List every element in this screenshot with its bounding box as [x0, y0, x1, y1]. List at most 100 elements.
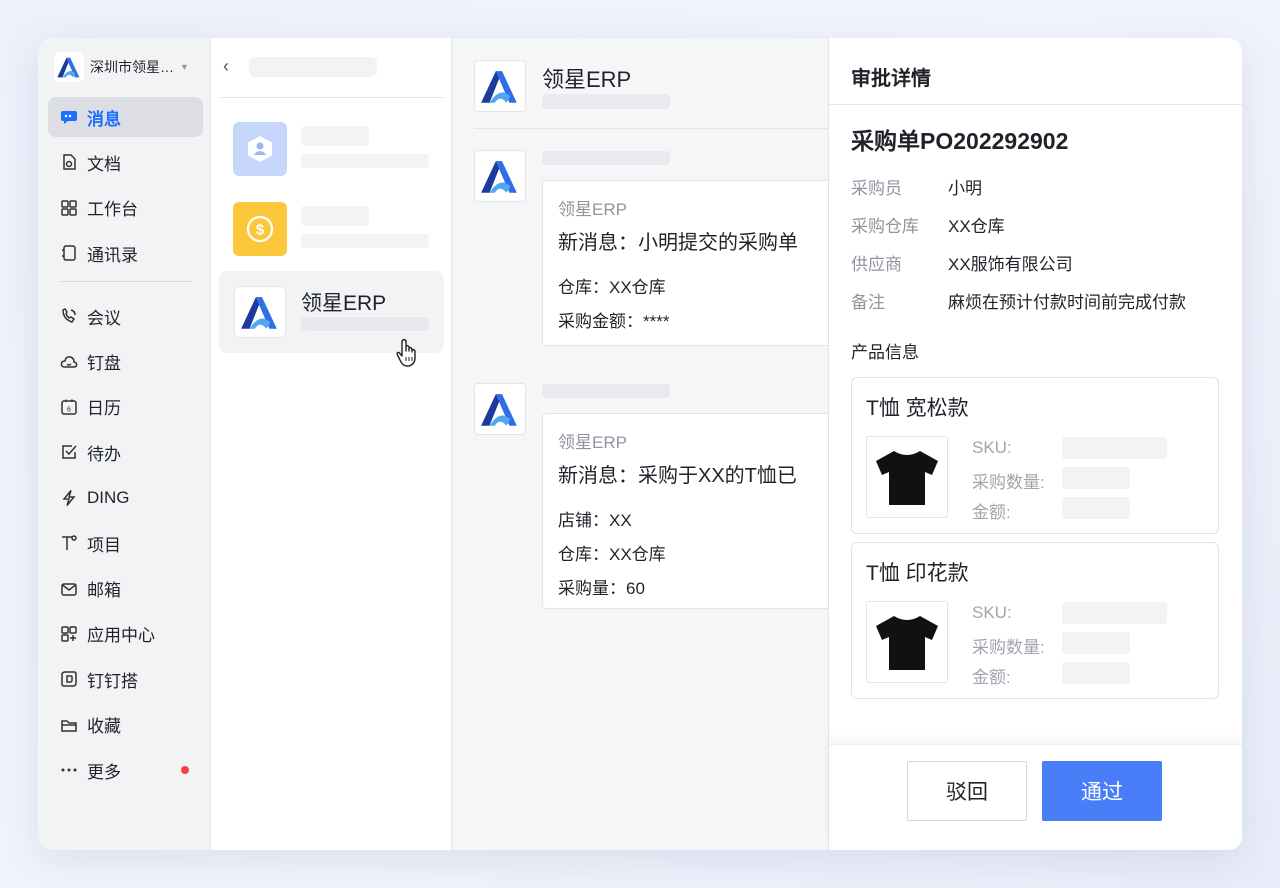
conversation-name: 领星ERP	[301, 292, 387, 315]
favorites-icon	[60, 716, 78, 734]
field-warehouse: 采购仓库 XX仓库	[851, 212, 1231, 237]
sku-value-placeholder	[1062, 602, 1167, 624]
chat-pane: 领星ERP 领星ERP 新消息：小明提交的采购单 仓库：XX仓库 采购金额：**…	[452, 38, 828, 850]
conversation-item[interactable]	[219, 108, 444, 190]
mail-icon	[60, 580, 78, 598]
cloud-drive-icon	[60, 353, 78, 371]
sidebar-item-label: 邮箱	[87, 581, 121, 601]
product-name: T恤 印花款	[866, 562, 969, 585]
field-value: XX仓库	[948, 217, 1005, 236]
sender-name-placeholder	[542, 151, 670, 165]
amount-value-placeholder	[1062, 497, 1130, 519]
sidebar-item-label: 工作台	[87, 200, 138, 220]
chat-divider	[474, 128, 828, 129]
message-card[interactable]: 领星ERP 新消息：采购于XX的T恤已 店铺：XX 仓库：XX仓库 采购量：60	[542, 413, 828, 609]
sku-label: SKU:	[972, 603, 1012, 622]
sidebar-item-messages[interactable]: 消息	[48, 97, 203, 137]
sidebar-item-label: 文档	[87, 154, 121, 174]
sidebar-item-label: 收藏	[87, 717, 121, 737]
sidebar: 深圳市领星… ▼ 消息 文档 工作台 通讯录 会议 钉盘 6 日历 待办 DIN…	[38, 38, 211, 850]
app-window: 深圳市领星… ▼ 消息 文档 工作台 通讯录 会议 钉盘 6 日历 待办 DIN…	[38, 38, 1242, 850]
document-icon	[60, 153, 78, 171]
conversation-list: ‹ $ 领星ERP	[211, 38, 452, 850]
project-icon	[60, 534, 78, 552]
sidebar-item-calendar[interactable]: 6 日历	[48, 387, 203, 427]
svg-text:$: $	[256, 222, 265, 239]
sidebar-nav: 消息 文档 工作台 通讯录 会议 钉盘 6 日历 待办 DING 项目 邮箱 应…	[48, 97, 203, 795]
sidebar-item-todo[interactable]: 待办	[48, 432, 203, 472]
tshirt-image	[866, 436, 948, 518]
approve-button[interactable]: 通过	[1042, 761, 1162, 821]
field-label: 采购仓库	[851, 217, 919, 236]
panel-divider	[829, 104, 1242, 105]
card-title: 新消息：采购于XX的T恤已	[558, 465, 797, 487]
sidebar-item-label: 会议	[87, 308, 121, 328]
quantity-label: 采购数量:	[972, 638, 1045, 657]
sidebar-item-label: 更多	[87, 762, 121, 782]
message-card[interactable]: 领星ERP 新消息：小明提交的采购单 仓库：XX仓库 采购金额：****	[542, 180, 828, 346]
conversation-preview-placeholder	[301, 154, 429, 168]
card-title: 新消息：小明提交的采购单	[558, 232, 798, 254]
field-label: 采购员	[851, 179, 902, 198]
amount-value-placeholder	[1062, 662, 1130, 684]
sidebar-item-label: 应用中心	[87, 626, 155, 646]
erp-logo-icon	[474, 383, 526, 435]
app-center-icon	[60, 625, 78, 643]
quantity-value-placeholder	[1062, 467, 1130, 489]
field-buyer: 采购员 小明	[851, 174, 1231, 199]
sidebar-item-meeting[interactable]: 会议	[48, 296, 203, 336]
field-remark: 备注 麻烦在预计付款时间前完成付款	[851, 288, 1231, 313]
svg-text:6: 6	[67, 406, 71, 413]
workbench-icon	[60, 199, 78, 217]
reject-button[interactable]: 驳回	[907, 761, 1027, 821]
hand-cursor-icon	[395, 338, 421, 373]
erp-logo-icon	[234, 286, 286, 338]
card-sender: 领星ERP	[558, 433, 627, 452]
conversation-item[interactable]: $	[219, 188, 444, 270]
sidebar-item-project[interactable]: 项目	[48, 523, 203, 563]
todo-icon	[60, 443, 78, 461]
chevron-down-icon: ▼	[180, 62, 189, 72]
sku-value-placeholder	[1062, 437, 1167, 459]
quantity-value-placeholder	[1062, 632, 1130, 654]
chat-subtitle-placeholder	[542, 94, 670, 109]
field-value: 麻烦在预计付款时间前完成付款	[948, 293, 1186, 312]
meeting-icon	[60, 307, 78, 325]
org-switcher[interactable]: 深圳市领星… ▼	[54, 52, 204, 82]
sidebar-item-contacts[interactable]: 通讯录	[48, 233, 203, 273]
sidebar-item-label: 消息	[87, 109, 121, 129]
sidebar-item-dingda[interactable]: 钉钉搭	[48, 659, 203, 699]
sidebar-item-drive[interactable]: 钉盘	[48, 342, 203, 382]
field-supplier: 供应商 XX服饰有限公司	[851, 250, 1231, 275]
sidebar-item-favorites[interactable]: 收藏	[48, 705, 203, 745]
chat-title: 领星ERP	[542, 67, 632, 92]
card-line: 店铺：XX	[558, 511, 632, 530]
contacts-icon	[60, 244, 78, 262]
product-card: T恤 宽松款 SKU: 采购数量: 金额:	[851, 377, 1219, 534]
section-title: 产品信息	[851, 343, 919, 362]
sidebar-item-label: DING	[87, 487, 130, 507]
sidebar-item-label: 日历	[87, 399, 121, 419]
sidebar-item-workbench[interactable]: 工作台	[48, 188, 203, 228]
sidebar-item-ding[interactable]: DING	[48, 478, 203, 518]
sidebar-item-label: 钉钉搭	[87, 671, 138, 691]
list-divider	[219, 97, 444, 98]
sidebar-item-label: 项目	[87, 535, 121, 555]
product-card: T恤 印花款 SKU: 采购数量: 金额:	[851, 542, 1219, 699]
sidebar-divider	[60, 281, 192, 283]
org-logo-icon	[54, 52, 84, 82]
back-arrow-icon[interactable]: ‹	[223, 56, 229, 77]
calendar-icon: 6	[60, 398, 78, 416]
dingda-icon	[60, 670, 78, 688]
sidebar-item-mail[interactable]: 邮箱	[48, 569, 203, 609]
panel-footer: 驳回 通过	[829, 744, 1242, 850]
chat-header: 领星ERP	[452, 38, 828, 128]
sidebar-item-more[interactable]: 更多	[48, 750, 203, 790]
sidebar-item-docs[interactable]: 文档	[48, 142, 203, 182]
search-placeholder[interactable]	[249, 57, 377, 77]
erp-logo-icon	[474, 60, 526, 112]
card-sender: 领星ERP	[558, 200, 627, 219]
sidebar-item-app-center[interactable]: 应用中心	[48, 614, 203, 654]
field-value: XX服饰有限公司	[948, 255, 1073, 274]
hexagon-user-icon	[233, 122, 287, 176]
